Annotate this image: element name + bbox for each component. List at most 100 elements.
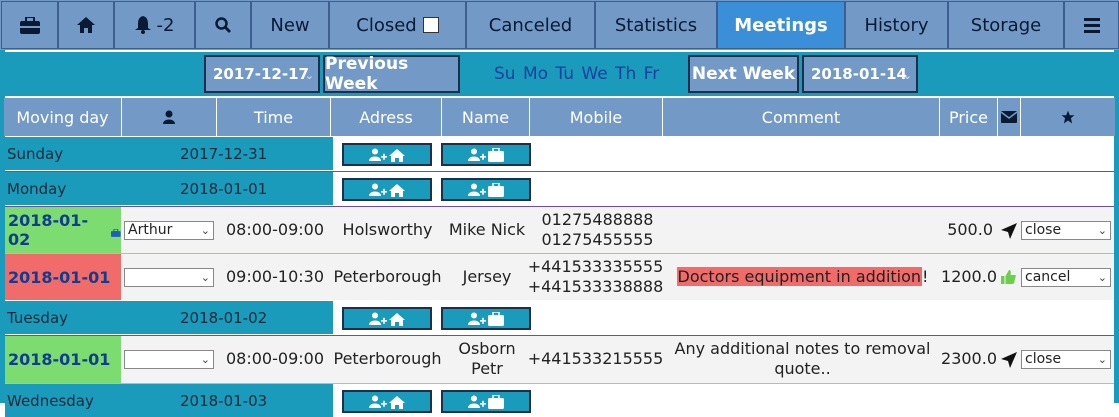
briefcase-icon bbox=[19, 16, 40, 34]
send-icon[interactable] bbox=[1001, 223, 1017, 239]
header-name-label: Name bbox=[461, 107, 510, 127]
previous-week-button[interactable]: Previous Week bbox=[323, 54, 460, 94]
add-home-meeting-button[interactable] bbox=[342, 178, 432, 201]
meeting-price: 1200.0 bbox=[941, 267, 997, 286]
top-nav: -2 New Closed Canceled Statistics Meetin… bbox=[0, 0, 1119, 50]
add-office-meeting-button[interactable] bbox=[441, 143, 531, 166]
chevron-down-icon: ⌄ bbox=[902, 69, 912, 82]
add-user-briefcase-icon bbox=[468, 182, 504, 197]
header-mobile[interactable]: Mobile bbox=[530, 98, 663, 136]
add-home-meeting-button[interactable] bbox=[342, 390, 432, 413]
comment-highlight: Doctors equipment in addition bbox=[676, 267, 923, 286]
meeting-row[interactable]: 2018-01-01 ⌄ 09:00-10:30 Peterborough Je… bbox=[5, 254, 1114, 300]
meeting-mobile-1: +441533215555 bbox=[527, 349, 664, 368]
new-label: New bbox=[270, 14, 310, 36]
header-moving-day[interactable]: Moving day bbox=[4, 98, 122, 136]
header-user[interactable] bbox=[122, 98, 217, 136]
day-cell: Tuesday 2018-01-02 bbox=[5, 301, 333, 334]
chevron-down-icon: ⌄ bbox=[200, 353, 210, 366]
header-email[interactable] bbox=[998, 98, 1021, 136]
day-cell: Monday 2018-01-01 bbox=[5, 172, 333, 205]
send-icon[interactable] bbox=[1001, 352, 1017, 368]
thumbs-up-icon[interactable] bbox=[1001, 270, 1016, 284]
alerts-count: -2 bbox=[156, 14, 175, 36]
statistics-nav-button[interactable]: Statistics bbox=[595, 1, 717, 49]
add-office-meeting-button[interactable] bbox=[441, 178, 531, 201]
add-office-meeting-button[interactable] bbox=[441, 307, 531, 330]
start-date-value: 2017-12-17 bbox=[213, 65, 309, 83]
add-user-home-icon bbox=[369, 183, 405, 197]
end-date-select[interactable]: 2018-01-14 ⌄ bbox=[802, 55, 918, 93]
chevron-down-icon: ⌄ bbox=[1097, 224, 1107, 237]
alerts-nav-button[interactable]: -2 bbox=[114, 1, 195, 49]
end-date-value: 2018-01-14 bbox=[811, 65, 907, 83]
day-name: Tuesday bbox=[7, 309, 69, 327]
meeting-comment: Doctors equipment in addition! bbox=[664, 267, 941, 287]
add-office-meeting-button[interactable] bbox=[441, 390, 531, 413]
meetings-nav-button[interactable]: Meetings bbox=[717, 1, 845, 49]
assignee-select[interactable]: Arthur ⌄ bbox=[124, 221, 214, 240]
day-cell: Wednesday 2018-01-03 bbox=[5, 384, 333, 417]
header-price[interactable]: Price bbox=[940, 98, 998, 136]
week-navigation-bar: 2017-12-17 ⌄ Previous Week Su Mo Tu We T… bbox=[4, 52, 1115, 96]
meeting-time: 08:00-09:00 bbox=[226, 220, 324, 239]
header-name[interactable]: Name bbox=[442, 98, 530, 136]
assignee-select[interactable]: ⌄ bbox=[124, 350, 214, 369]
history-nav-button[interactable]: History bbox=[845, 1, 948, 49]
add-user-home-icon bbox=[369, 312, 405, 326]
status-select[interactable]: cancel ⌄ bbox=[1021, 268, 1111, 287]
meeting-comment-1: Any additional notes to removal bbox=[674, 339, 931, 358]
envelope-icon bbox=[1001, 111, 1017, 123]
header-comment[interactable]: Comment bbox=[663, 98, 940, 136]
meeting-row[interactable]: 2018-01-02 Arthur ⌄ 08:00-09:00 Holswort… bbox=[5, 207, 1114, 253]
status-value: cancel bbox=[1025, 269, 1071, 285]
meeting-row[interactable]: 2018-01-01 ⌄ 08:00-09:00 Peterborough Os… bbox=[5, 336, 1114, 383]
meeting-time: 08:00-09:00 bbox=[226, 349, 324, 368]
assignee-select[interactable]: ⌄ bbox=[124, 268, 214, 287]
assignee-value: Arthur bbox=[128, 222, 173, 238]
meeting-adress: Peterborough bbox=[333, 267, 442, 286]
add-home-meeting-button[interactable] bbox=[342, 143, 432, 166]
header-comment-label: Comment bbox=[761, 107, 841, 127]
header-time[interactable]: Time bbox=[217, 98, 331, 136]
status-select[interactable]: close ⌄ bbox=[1021, 221, 1111, 240]
closed-checkbox[interactable] bbox=[422, 17, 439, 33]
day-cell: Sunday 2017-12-31 bbox=[5, 137, 333, 170]
add-home-meeting-button[interactable] bbox=[342, 307, 432, 330]
status-select[interactable]: close ⌄ bbox=[1021, 350, 1111, 369]
new-nav-button[interactable]: New bbox=[251, 1, 329, 49]
menu-nav-button[interactable] bbox=[1064, 1, 1119, 49]
canceled-nav-button[interactable]: Canceled bbox=[466, 1, 595, 49]
start-date-select[interactable]: 2017-12-17 ⌄ bbox=[204, 55, 320, 93]
add-user-home-icon bbox=[369, 148, 405, 162]
meeting-name-2: Petr bbox=[471, 359, 503, 378]
meetings-label: Meetings bbox=[734, 14, 828, 36]
add-user-briefcase-icon bbox=[468, 147, 504, 162]
chevron-down-icon: ⌄ bbox=[1097, 271, 1107, 284]
meeting-mobile-2: +441533338888 bbox=[527, 277, 664, 296]
day-name: Wednesday bbox=[7, 392, 94, 410]
header-adress-label: Adress bbox=[359, 107, 413, 127]
meeting-adress: Peterborough bbox=[333, 349, 442, 368]
day-date: 2018-01-02 bbox=[180, 309, 268, 327]
meeting-time: 09:00-10:30 bbox=[226, 267, 324, 286]
header-adress[interactable]: Adress bbox=[331, 98, 442, 136]
closed-nav-button[interactable]: Closed bbox=[329, 1, 466, 49]
storage-label: Storage bbox=[970, 14, 1042, 36]
home-nav-button[interactable] bbox=[58, 1, 114, 49]
bell-icon bbox=[134, 16, 151, 34]
briefcase-nav-button[interactable] bbox=[1, 1, 58, 49]
search-nav-button[interactable] bbox=[195, 1, 251, 49]
header-price-label: Price bbox=[948, 107, 989, 127]
day-date: 2017-12-31 bbox=[180, 145, 268, 163]
history-label: History bbox=[864, 14, 929, 36]
meeting-date: 2018-01-02 bbox=[5, 207, 121, 253]
add-user-briefcase-icon bbox=[468, 311, 504, 326]
header-favorite[interactable] bbox=[1021, 98, 1115, 136]
meeting-name: Mike Nick bbox=[448, 220, 526, 239]
day-name: Monday bbox=[7, 180, 67, 198]
storage-nav-button[interactable]: Storage bbox=[948, 1, 1064, 49]
next-week-button[interactable]: Next Week bbox=[688, 55, 799, 93]
meeting-date-value: 2018-01-01 bbox=[8, 350, 111, 369]
meeting-mobile-2: 01275455555 bbox=[541, 230, 654, 249]
